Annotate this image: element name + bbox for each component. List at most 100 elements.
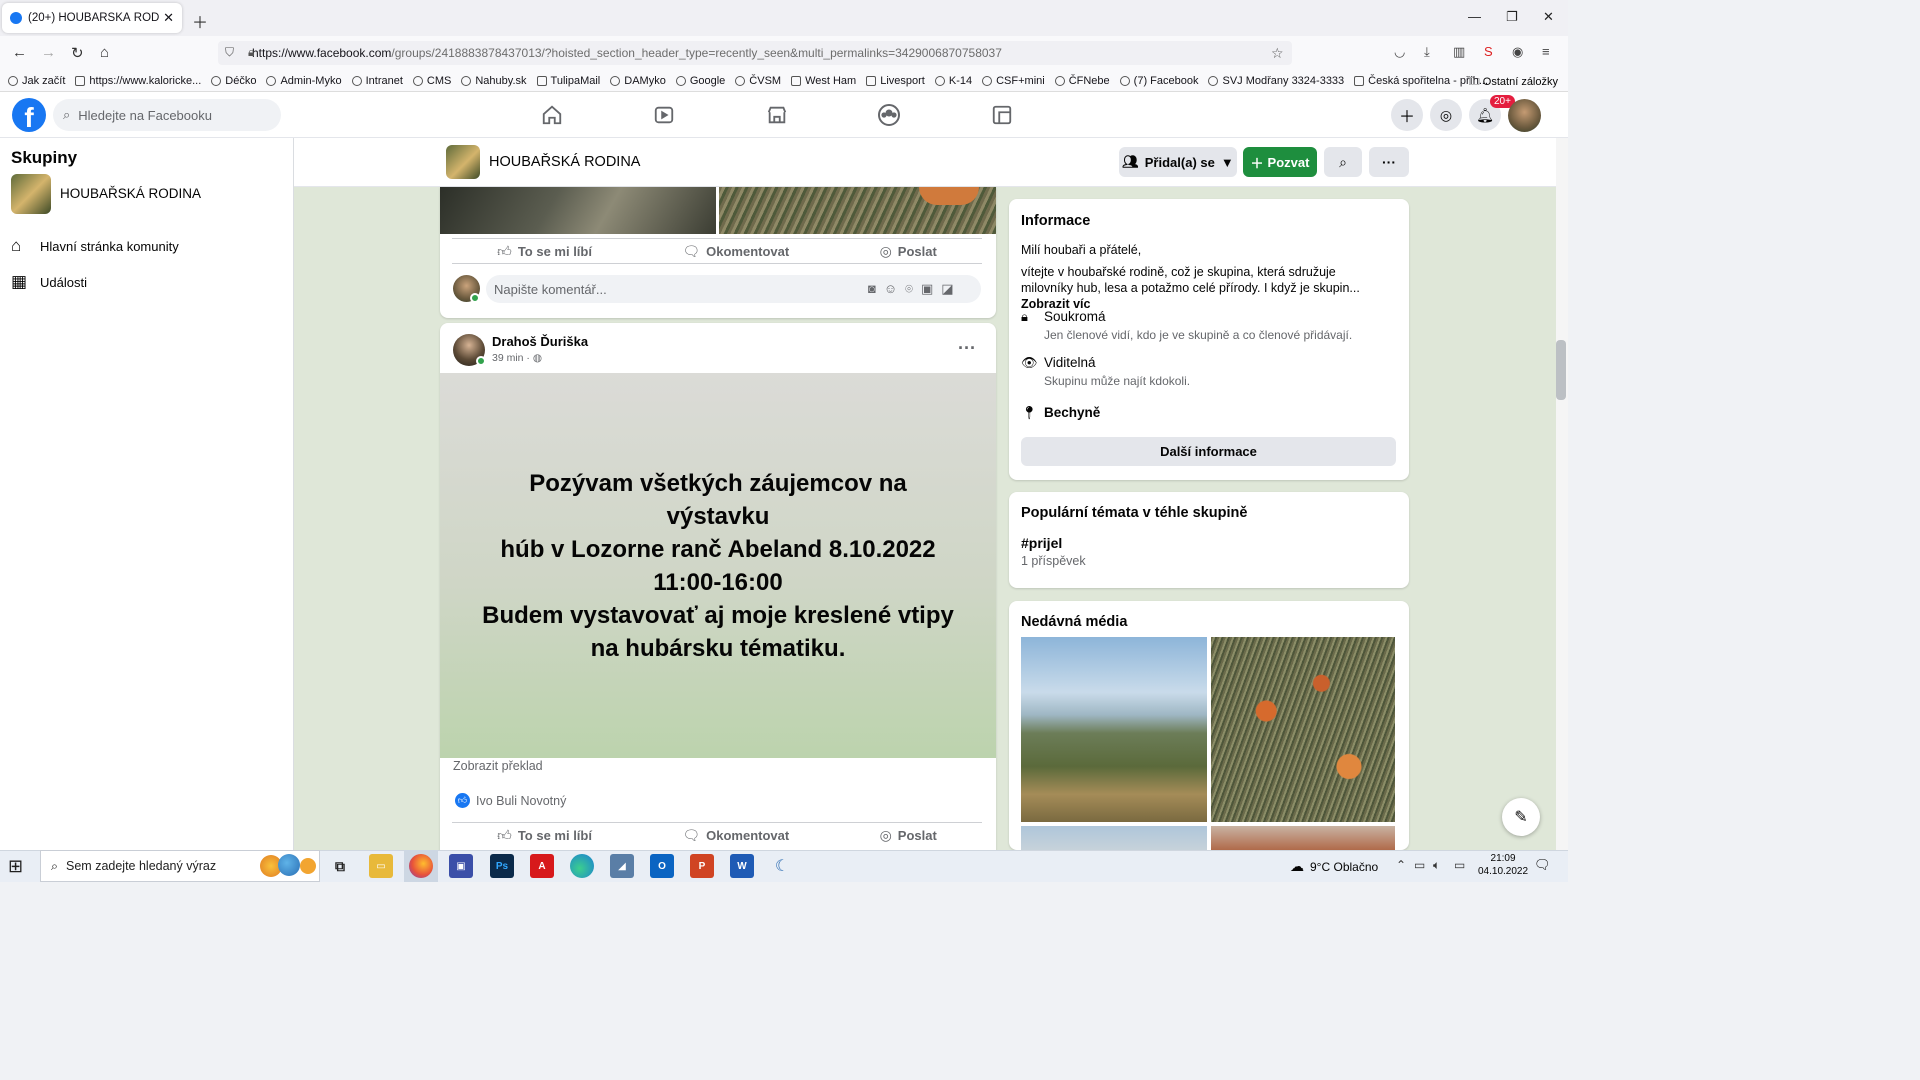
post-more-dots-icon[interactable]: ···: [958, 338, 976, 359]
group-search-button[interactable]: ⌕: [1324, 147, 1362, 177]
system-clock[interactable]: 21:09 04.10.2022: [1478, 852, 1528, 878]
post-timestamp[interactable]: 39 min · ◍: [492, 352, 542, 364]
battery-icon[interactable]: ▭: [1454, 858, 1465, 872]
edge-icon[interactable]: [570, 854, 594, 878]
bookmark-item[interactable]: West Ham: [791, 75, 856, 87]
download-icon[interactable]: ⤓: [1424, 44, 1430, 60]
group-more-button[interactable]: ···: [1369, 147, 1409, 177]
groups-nav-icon[interactable]: [877, 103, 901, 127]
media-thumbnail[interactable]: [1021, 826, 1207, 850]
bookmark-item[interactable]: ČVSM: [735, 75, 781, 87]
home-nav-icon[interactable]: [540, 103, 564, 127]
lock-icon[interactable]: 🔒︎: [248, 45, 254, 60]
action-center-icon[interactable]: 🗨︎: [1534, 857, 1551, 873]
invite-button[interactable]: ＋ Pozvat: [1243, 147, 1317, 177]
media-thumbnail[interactable]: [1021, 637, 1207, 822]
word-icon[interactable]: W: [730, 854, 754, 878]
post-photo[interactable]: [440, 187, 716, 234]
restore-icon[interactable]: ❐: [1506, 9, 1518, 25]
messenger-icon[interactable]: ◎: [1430, 99, 1462, 131]
reaction-names[interactable]: Ivo Buli Novotný: [476, 794, 566, 808]
powerpoint-icon[interactable]: P: [690, 854, 714, 878]
reload-icon[interactable]: ↻: [71, 44, 84, 62]
app-icon[interactable]: ◢: [610, 854, 634, 878]
post-author[interactable]: Drahoš Ďuriška: [492, 334, 588, 349]
group-thumbnail[interactable]: [11, 174, 51, 214]
other-bookmarks[interactable]: 🗀 Ostatní záložky: [1469, 73, 1558, 92]
like-button[interactable]: 👍︎ To se mi líbí: [497, 243, 592, 260]
bookmark-item[interactable]: Jak začít: [8, 75, 65, 87]
network-icon[interactable]: ▭: [1414, 858, 1425, 872]
star-bookmark-icon[interactable]: ☆: [1271, 45, 1284, 62]
weather-widget[interactable]: ☁ 9°C Oblačno: [1290, 858, 1378, 875]
close-tab-icon[interactable]: ✕: [163, 10, 174, 26]
search-highlight-icon[interactable]: [278, 854, 300, 876]
topic-hashtag[interactable]: #prijel: [1021, 535, 1062, 551]
photoshop-icon[interactable]: Ps: [490, 854, 514, 878]
outlook-icon[interactable]: O: [650, 854, 674, 878]
comment-button[interactable]: 🗨︎ Okomentovat: [682, 827, 789, 844]
more-info-button[interactable]: Další informace: [1021, 437, 1396, 466]
firefox-icon[interactable]: [409, 854, 433, 878]
account-icon[interactable]: ◉: [1512, 44, 1523, 60]
chevron-up-icon[interactable]: ⌃: [1396, 858, 1406, 872]
post-photo[interactable]: [719, 187, 996, 234]
bookmark-item[interactable]: TulipaMail: [536, 75, 600, 87]
file-explorer-icon[interactable]: ▭: [369, 854, 393, 878]
task-view-icon[interactable]: ⧉: [328, 854, 352, 878]
bookmark-item[interactable]: DAMyko: [610, 75, 666, 87]
bookmark-item[interactable]: CSF+mini: [982, 75, 1045, 87]
watch-nav-icon[interactable]: [652, 103, 676, 127]
sidebar-item-community-home[interactable]: ⌂ Hlavní stránka komunity: [11, 236, 179, 256]
bookmark-item[interactable]: Livesport: [866, 75, 925, 87]
gif-icon[interactable]: ▣: [921, 281, 941, 296]
scrollbar-thumb[interactable]: [1556, 340, 1566, 400]
comment-button[interactable]: 🗨︎ Okomentovat: [682, 243, 789, 260]
shield-icon[interactable]: ⛉: [225, 45, 234, 60]
minimize-icon[interactable]: —: [1468, 9, 1481, 24]
page-scrollbar[interactable]: [1556, 138, 1568, 850]
gaming-nav-icon[interactable]: [990, 103, 1014, 127]
facebook-search-input[interactable]: ⌕ Hledejte na Facebooku: [53, 99, 281, 131]
group-header-name[interactable]: HOUBAŘSKÁ RODINA: [489, 154, 640, 170]
send-button[interactable]: ◎ Poslat: [880, 243, 937, 260]
bookmark-item[interactable]: (7) Facebook: [1119, 75, 1198, 87]
bookmark-item[interactable]: https://www.kaloricke...: [75, 75, 201, 87]
bookmark-item[interactable]: CMS: [412, 75, 451, 87]
bookmark-item[interactable]: Nahuby.sk: [461, 75, 527, 87]
compose-message-icon[interactable]: ✎: [1502, 798, 1540, 836]
pocket-icon[interactable]: ◡: [1394, 44, 1405, 60]
extension-s-icon[interactable]: S: [1484, 44, 1493, 59]
camera-icon[interactable]: ⌾: [905, 281, 921, 296]
menu-icon[interactable]: ≡: [1542, 44, 1550, 59]
media-thumbnail[interactable]: [1211, 826, 1395, 850]
sidebar-item-events[interactable]: ▦ Události: [11, 272, 87, 292]
url-bar[interactable]: https://www.facebook.com/groups/24188838…: [218, 41, 1292, 65]
profile-avatar[interactable]: [1508, 99, 1541, 132]
sidebar-toggle-icon[interactable]: ▥: [1453, 44, 1465, 60]
back-icon[interactable]: ←: [12, 44, 27, 61]
like-button[interactable]: 👍︎ To se mi líbí: [497, 827, 592, 844]
post-text-banner[interactable]: Pozývam všetkých záujemcov na výstavku h…: [440, 373, 996, 758]
bookmark-item[interactable]: Admin-Myko: [266, 75, 342, 87]
close-window-icon[interactable]: ✕: [1543, 9, 1554, 25]
send-button[interactable]: ◎ Poslat: [880, 827, 937, 844]
bookmark-item[interactable]: SVJ Modřany 3324-3333: [1208, 75, 1344, 87]
acrobat-icon[interactable]: A: [530, 854, 554, 878]
create-plus-icon[interactable]: ＋: [1391, 99, 1423, 131]
bookmark-item[interactable]: K-14: [934, 75, 972, 87]
save-app-icon[interactable]: ▣: [449, 854, 473, 878]
facebook-logo-icon[interactable]: f: [12, 98, 46, 132]
emoji-icon[interactable]: ☺: [884, 281, 905, 296]
app-icon[interactable]: ☾: [770, 854, 794, 878]
sticker-icon[interactable]: ◪: [941, 281, 961, 296]
location-text[interactable]: Bechyně: [1044, 405, 1100, 420]
media-thumbnail[interactable]: [1211, 637, 1395, 822]
bookmark-item[interactable]: Google: [675, 75, 725, 87]
translate-link[interactable]: Zobrazit překlad: [453, 759, 543, 773]
browser-tab[interactable]: (20+) HOUBAŘSKÁ RODINA | Fa ✕: [2, 3, 182, 33]
speaker-icon[interactable]: 🔈︎: [1433, 858, 1440, 873]
bookmark-item[interactable]: ČFNebe: [1054, 75, 1110, 87]
search-highlight-icon[interactable]: [300, 858, 316, 874]
sidebar-group-name[interactable]: HOUBAŘSKÁ RODINA: [60, 186, 201, 201]
